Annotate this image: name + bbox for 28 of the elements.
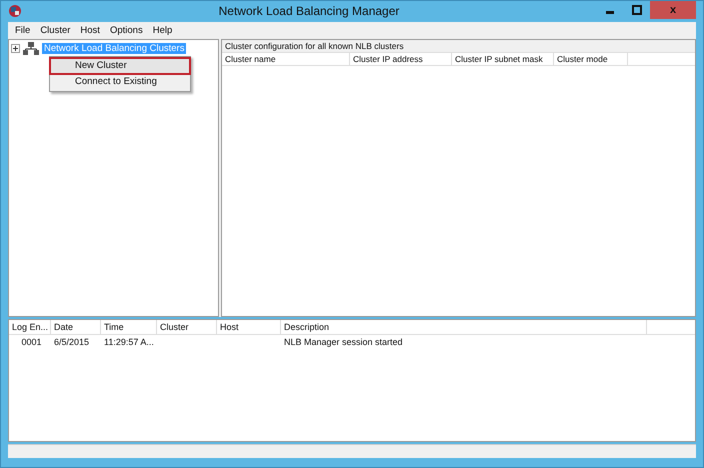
- menu-item[interactable]: File: [10, 24, 36, 36]
- expand-icon[interactable]: [11, 44, 20, 54]
- column-header[interactable]: Cluster mode: [554, 52, 628, 65]
- column-header[interactable]: Log En...: [9, 320, 51, 334]
- column-header[interactable]: Cluster: [157, 320, 217, 334]
- column-header[interactable]: Description: [281, 320, 647, 334]
- column-header[interactable]: Cluster IP address: [350, 52, 452, 65]
- menu-option[interactable]: New Cluster: [50, 58, 190, 74]
- table-cell-text: 6/5/2015: [53, 336, 90, 347]
- column-header[interactable]: Cluster name: [222, 52, 350, 65]
- menu-option[interactable]: Connect to Existing: [50, 74, 190, 90]
- maximize-icon: [632, 5, 642, 15]
- menu-item[interactable]: Cluster: [35, 24, 76, 36]
- column-header[interactable]: Time: [101, 320, 157, 334]
- table-cell-text: NLB Manager session started: [283, 336, 404, 347]
- app-icon: [8, 4, 22, 18]
- column-header[interactable]: Host: [217, 320, 281, 334]
- window-title: Network Load Balancing Manager: [218, 4, 400, 18]
- network-icon: [23, 42, 39, 56]
- menu-item[interactable]: Host: [75, 24, 105, 36]
- menu-item[interactable]: Help: [148, 24, 178, 36]
- menu-item[interactable]: Options: [104, 24, 148, 36]
- panel-caption: Cluster configuration for all known NLB clusters: [222, 40, 695, 53]
- column-header[interactable]: Cluster IP subnet mask: [452, 52, 554, 65]
- table-cell-text: 0001: [20, 336, 43, 347]
- column-header[interactable]: Date: [51, 320, 101, 334]
- table-cell-text: 11:29:57 A...: [103, 336, 155, 347]
- close-button[interactable]: x: [650, 1, 696, 19]
